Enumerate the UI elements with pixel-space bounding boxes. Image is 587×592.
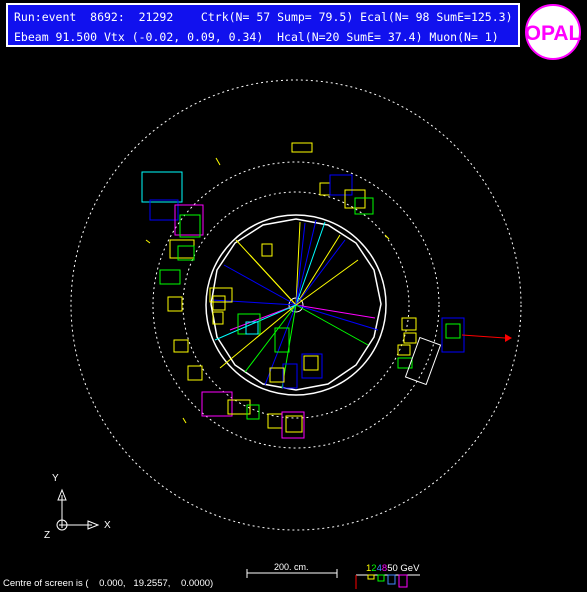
energy-legend: 124850 GeV — [366, 563, 419, 574]
y-axis-label: Y — [52, 473, 59, 484]
opal-logo-icon: OPAL — [525, 4, 581, 60]
x-axis-label: X — [104, 520, 111, 531]
event-display — [56, 79, 522, 589]
energy-legend-unit: 50 GeV — [387, 563, 420, 574]
energy-legend-bars — [355, 574, 420, 589]
event-header: Run:event 8692: 21292 Ctrk(N= 57 Sump= 7… — [6, 3, 520, 47]
logo-text: OPAL — [525, 22, 581, 45]
muon-arrow — [461, 334, 506, 339]
header-line-2: Ebeam 91.500 Vtx (-0.02, 0.09, 0.34) Hca… — [14, 30, 499, 44]
tracks — [211, 219, 379, 389]
ecal-blocks — [141, 142, 465, 439]
z-axis-label: Z — [44, 530, 51, 541]
centre-of-screen-text: Centre of screen is ( 0.000, 19.2557, 0.… — [3, 578, 214, 589]
scale-label: 200. cm. — [274, 562, 309, 572]
header-line-1: Run:event 8692: 21292 Ctrk(N= 57 Sump= 7… — [14, 10, 513, 24]
muon-arrowhead-icon — [505, 334, 512, 342]
